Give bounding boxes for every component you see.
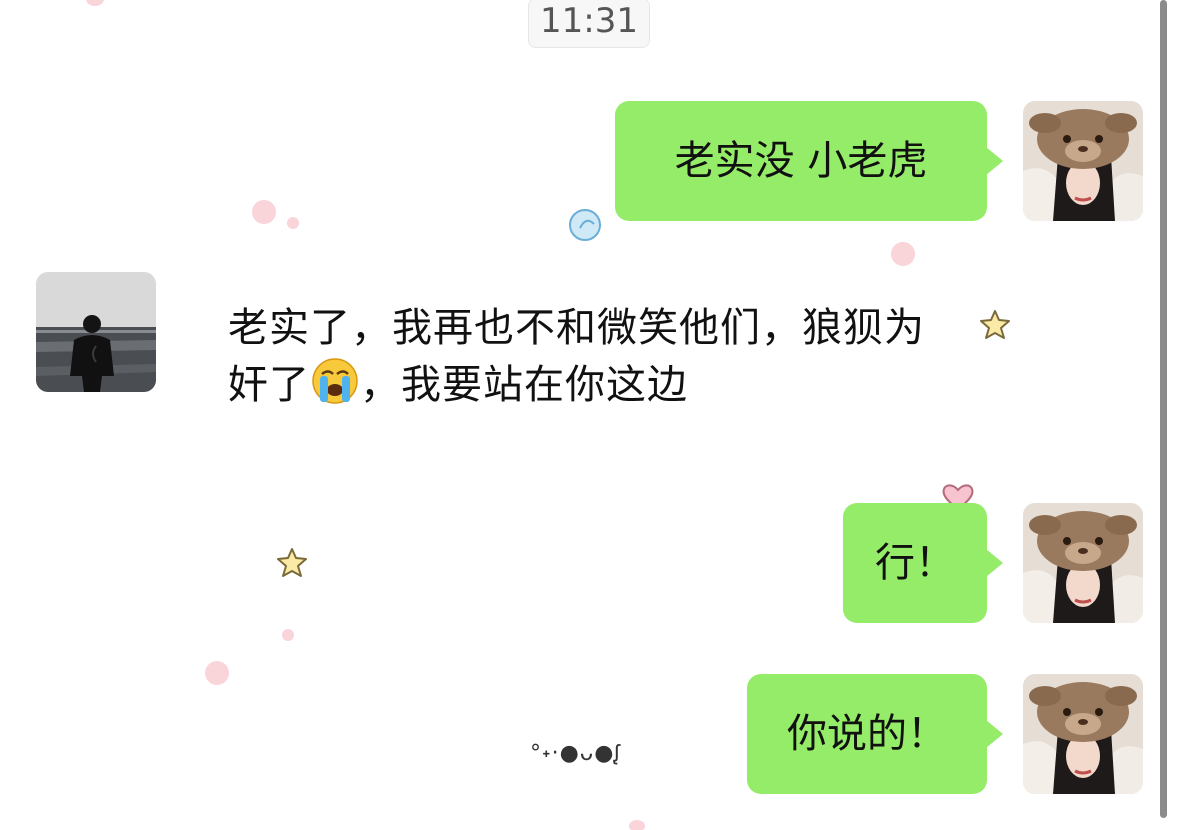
decor-dot (86, 0, 104, 6)
decor-dot (891, 242, 915, 266)
cloud-icon (569, 209, 601, 241)
outgoing-message-bubble[interactable]: 老实没 小老虎 (615, 101, 1003, 221)
decor-dot (629, 820, 645, 830)
self-avatar[interactable] (1023, 674, 1143, 794)
outgoing-message-bubble[interactable]: 你说的！ (747, 674, 1003, 794)
outgoing-message-bubble[interactable]: 行！ (843, 503, 1003, 623)
decor-dot (287, 217, 299, 229)
star-icon (277, 548, 307, 577)
chat-view[interactable]: °˖·●ᴗ●ᶘ 11:31 老实没 小老虎 老实了，我再也不和微笑他们，狼狈为奸… (0, 0, 1179, 830)
message-timestamp: 11:31 (528, 0, 650, 48)
contact-avatar[interactable] (36, 272, 156, 392)
decor-dot (282, 629, 294, 641)
scrollbar[interactable] (1160, 0, 1167, 818)
decor-dot (252, 200, 276, 224)
self-avatar[interactable] (1023, 101, 1143, 221)
incoming-text-part: ，我要站在你这边 (360, 362, 688, 408)
star-icon (980, 310, 1010, 339)
decor-dot (205, 661, 229, 685)
loudly-crying-face-icon (312, 358, 358, 404)
incoming-message-text[interactable]: 老实了，我再也不和微笑他们，狼狈为奸了 ，我要站在你这边 (228, 300, 958, 413)
self-avatar[interactable] (1023, 503, 1143, 623)
kaomoji-decoration: °˖·●ᴗ●ᶘ (530, 741, 621, 766)
